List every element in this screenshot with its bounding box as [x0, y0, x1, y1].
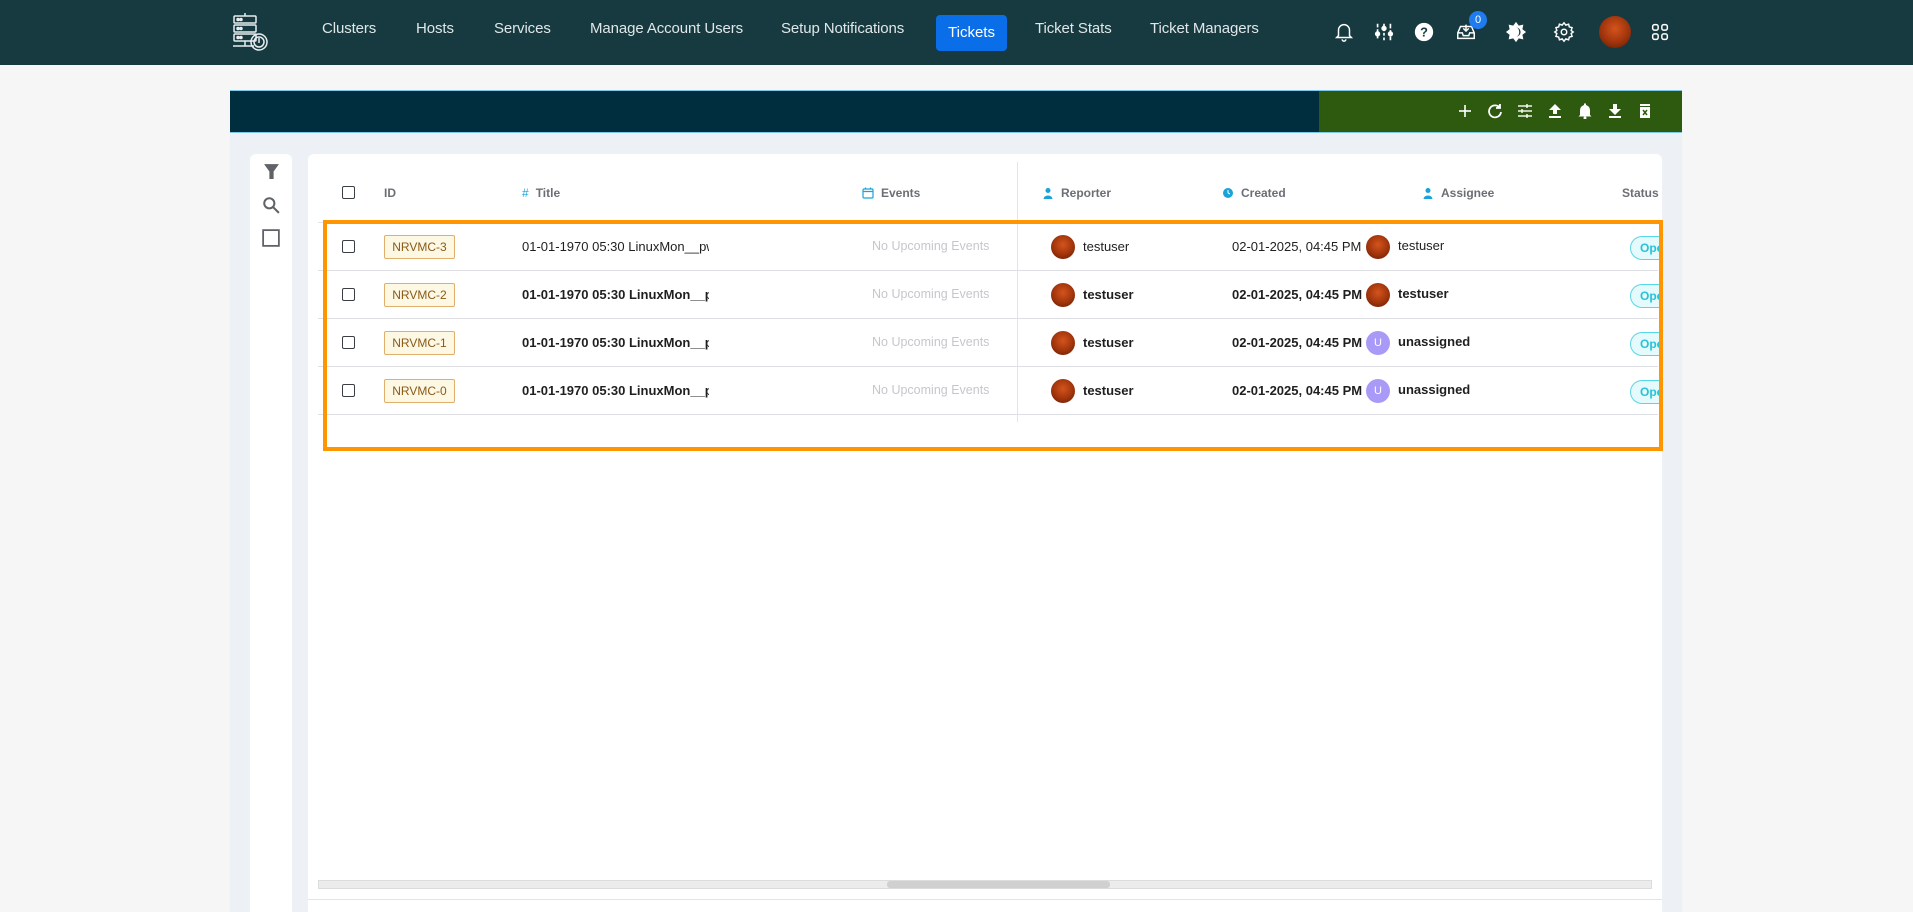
nav-services[interactable]: Services: [494, 20, 551, 37]
events-text: No Upcoming Events: [872, 383, 990, 397]
column-header-events[interactable]: Events: [862, 186, 920, 200]
created-date: 02-01-2025, 04:45 PM: [1232, 239, 1362, 254]
apps-grid-icon[interactable]: [1648, 20, 1672, 44]
created-date: 02-01-2025, 04:45 PM: [1232, 287, 1363, 302]
events-text: No Upcoming Events: [872, 335, 990, 349]
svg-text:?: ?: [1420, 25, 1428, 40]
created-date: 02-01-2025, 04:45 PM: [1232, 335, 1363, 350]
user-avatar[interactable]: [1599, 16, 1631, 48]
ticket-id-tag[interactable]: NRVMC-1: [384, 331, 455, 355]
nav-clusters[interactable]: Clusters: [322, 20, 376, 37]
gear-icon[interactable]: [1552, 20, 1576, 44]
column-header-title[interactable]: # Title: [522, 186, 560, 200]
table-row[interactable]: NRVMC-1 01-01-1970 05:30 LinuxMon__p No …: [318, 319, 1662, 367]
clock-icon: [1223, 188, 1233, 198]
nav-hosts[interactable]: Hosts: [416, 20, 454, 37]
column-header-id[interactable]: ID: [384, 186, 396, 200]
reporter-name: testuser: [1083, 239, 1130, 254]
assignee-name[interactable]: unassigned: [1398, 334, 1470, 349]
add-icon[interactable]: [1455, 101, 1475, 121]
ticket-title[interactable]: 01-01-1970 05:30 LinuxMon__p: [522, 287, 709, 302]
ticket-id-tag[interactable]: NRVMC-2: [384, 283, 455, 307]
reporter-avatar: [1051, 331, 1075, 355]
select-all-checkbox[interactable]: [342, 186, 355, 199]
ticket-title[interactable]: 01-01-1970 05:30 LinuxMon__p: [522, 383, 709, 398]
select-box-icon[interactable]: [261, 228, 281, 248]
bell-icon[interactable]: [1332, 20, 1356, 44]
search-icon[interactable]: [261, 195, 281, 215]
filter-icon[interactable]: [261, 161, 281, 181]
assignee-name[interactable]: testuser: [1398, 286, 1449, 301]
row-checkbox[interactable]: [342, 288, 355, 301]
column-header-assignee[interactable]: Assignee: [1422, 186, 1494, 200]
nav-tickets[interactable]: Tickets: [936, 15, 1007, 51]
person-icon: [1043, 188, 1053, 199]
top-navigation-bar: Clusters Hosts Services Manage Account U…: [0, 0, 1913, 65]
reporter-name: testuser: [1083, 287, 1134, 302]
status-badge[interactable]: Open: [1630, 332, 1662, 356]
ticket-title[interactable]: 01-01-1970 05:30 LinuxMon__p: [522, 335, 709, 350]
tickets-table: ID # Title Events Reporter Created Assig…: [308, 154, 1662, 912]
nav-ticket-managers[interactable]: Ticket Managers: [1150, 20, 1259, 37]
sliders-icon[interactable]: [1372, 20, 1396, 44]
row-checkbox[interactable]: [342, 384, 355, 397]
table-row[interactable]: NRVMC-2 01-01-1970 05:30 LinuxMon__p No …: [318, 271, 1662, 319]
status-badge[interactable]: Open: [1630, 236, 1662, 260]
events-text: No Upcoming Events: [872, 239, 990, 253]
created-date: 02-01-2025, 04:45 PM: [1232, 383, 1363, 398]
column-header-reporter[interactable]: Reporter: [1042, 186, 1111, 200]
notification-icon[interactable]: [1575, 101, 1595, 121]
ticket-id-tag[interactable]: NRVMC-0: [384, 379, 455, 403]
page-header-bar: [230, 90, 1319, 133]
reporter-name: testuser: [1083, 383, 1134, 398]
help-icon[interactable]: ?: [1412, 20, 1436, 44]
column-header-created[interactable]: Created: [1222, 186, 1286, 200]
tune-icon[interactable]: [1515, 101, 1535, 121]
status-badge[interactable]: Open: [1630, 380, 1662, 404]
row-checkbox[interactable]: [342, 240, 355, 253]
table-footer-divider: [308, 899, 1662, 900]
person-icon: [1423, 188, 1433, 199]
assignee-avatar: [1366, 235, 1390, 259]
nav-setup-notifications[interactable]: Setup Notifications: [781, 20, 904, 37]
reporter-avatar: [1051, 235, 1075, 259]
ticket-id-tag[interactable]: NRVMC-3: [384, 235, 455, 259]
ticket-title[interactable]: 01-01-1970 05:30 LinuxMon__pw: [522, 239, 709, 254]
row-checkbox[interactable]: [342, 336, 355, 349]
nav-ticket-stats[interactable]: Ticket Stats: [1035, 20, 1112, 37]
reporter-name: testuser: [1083, 335, 1134, 350]
app-logo-icon[interactable]: [230, 12, 270, 52]
reporter-avatar: [1051, 379, 1075, 403]
assignee-avatar: U: [1366, 379, 1390, 403]
brightness-icon[interactable]: [1504, 20, 1528, 44]
assignee-avatar: U: [1366, 331, 1390, 355]
reporter-avatar: [1051, 283, 1075, 307]
filter-rail: [250, 154, 292, 912]
assignee-avatar: [1366, 283, 1390, 307]
actions-toolbar: [1319, 90, 1682, 133]
scrollbar-thumb[interactable]: [887, 881, 1110, 888]
download-icon[interactable]: [1605, 101, 1625, 121]
upload-icon[interactable]: [1545, 101, 1565, 121]
horizontal-scrollbar[interactable]: [318, 880, 1652, 889]
events-text: No Upcoming Events: [872, 287, 990, 301]
refresh-icon[interactable]: [1485, 101, 1505, 121]
assignee-name[interactable]: testuser: [1398, 238, 1444, 253]
calendar-icon: [862, 187, 874, 199]
column-header-status[interactable]: Status: [1622, 186, 1662, 200]
table-row[interactable]: NRVMC-3 01-01-1970 05:30 LinuxMon__pw No…: [318, 223, 1662, 271]
table-row[interactable]: NRVMC-0 01-01-1970 05:30 LinuxMon__p No …: [318, 367, 1662, 415]
nav-manage-account-users[interactable]: Manage Account Users: [590, 20, 743, 37]
status-badge[interactable]: Open: [1630, 284, 1662, 308]
assignee-name[interactable]: unassigned: [1398, 382, 1470, 397]
hash-icon: #: [522, 186, 529, 200]
inbox-badge: 0: [1469, 11, 1487, 29]
delete-excel-icon[interactable]: [1635, 101, 1655, 121]
